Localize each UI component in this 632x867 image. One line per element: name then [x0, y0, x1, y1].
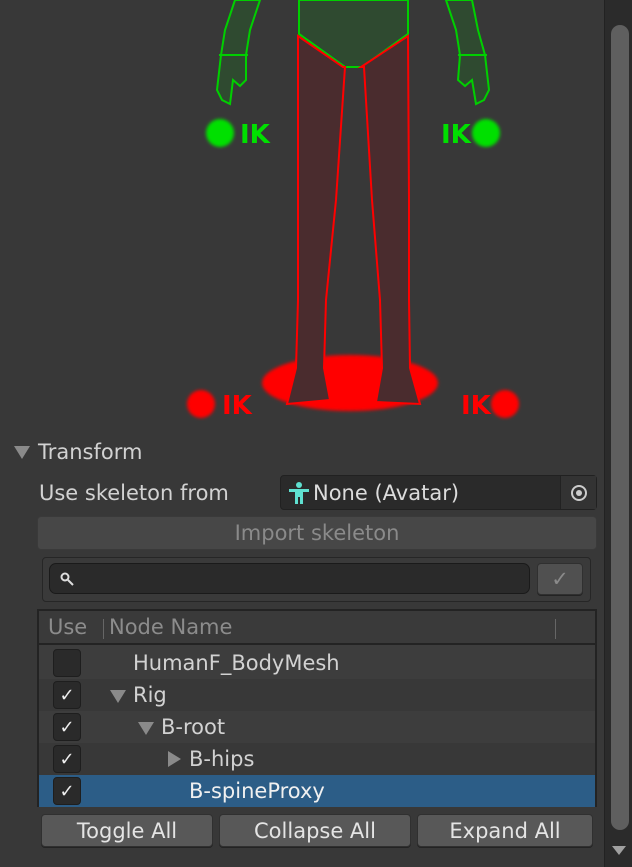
toggle-all-button[interactable]: Toggle All [41, 814, 213, 847]
search-apply-button[interactable]: ✓ [537, 563, 583, 595]
left-foot-ik-toggle[interactable]: IK [187, 390, 253, 421]
avatar-object-field[interactable]: None (Avatar) [280, 475, 597, 510]
collapsed-arrow-icon[interactable] [168, 751, 181, 767]
checkmark-icon: ✓ [551, 567, 569, 591]
object-picker-button[interactable] [560, 476, 596, 509]
section-title: Transform [38, 440, 143, 464]
right-leg-part[interactable] [357, 34, 422, 406]
header-use[interactable]: Use [48, 615, 87, 639]
node-name: HumanF_BodyMesh [133, 651, 340, 675]
ik-label: IK [240, 120, 271, 150]
ik-label: IK [441, 120, 472, 150]
left-leg-part[interactable] [285, 34, 347, 406]
ik-label: IK [461, 391, 492, 421]
table-header: Use Node Name [39, 611, 595, 645]
avatar-field-value: None (Avatar) [313, 480, 460, 505]
right-hand-ik-toggle[interactable]: IK [441, 119, 500, 150]
table-row[interactable]: ✓ B-hips [39, 743, 595, 775]
foldout-arrow-icon [14, 445, 30, 459]
node-name: B-spineProxy [189, 779, 325, 803]
collapse-all-button[interactable]: Collapse All [219, 814, 411, 847]
right-foot-ik-toggle[interactable]: IK [461, 390, 519, 421]
vertical-scrollbar[interactable] [604, 0, 632, 867]
search-field[interactable] [49, 563, 530, 594]
expanded-arrow-icon[interactable] [110, 690, 126, 703]
left-hand-ik-toggle[interactable]: IK [206, 119, 271, 150]
checkmark-icon: ✓ [59, 748, 75, 770]
scrollbar-thumb[interactable] [611, 25, 629, 830]
search-input[interactable] [80, 571, 529, 586]
use-checkbox[interactable]: ✓ [53, 745, 81, 773]
table-row-selected[interactable]: ✓ B-spineProxy [39, 775, 595, 807]
target-picker-icon [570, 484, 587, 501]
header-node-name[interactable]: Node Name [109, 615, 232, 639]
search-toolbar: ✓ [42, 557, 591, 602]
use-checkbox[interactable] [53, 649, 81, 677]
use-checkbox[interactable]: ✓ [53, 713, 81, 741]
left-arm-part[interactable] [215, 0, 262, 106]
use-skeleton-label: Use skeleton from [39, 481, 229, 505]
node-name: B-root [161, 715, 226, 739]
transform-foldout[interactable]: Transform [14, 440, 142, 464]
table-row[interactable]: ✓ B-root [39, 711, 595, 743]
collapse-all-label: Collapse All [254, 818, 376, 843]
expanded-arrow-icon[interactable] [138, 722, 154, 735]
table-row[interactable]: ✓ Rig [39, 679, 595, 711]
checkmark-icon: ✓ [59, 780, 75, 802]
toggle-all-label: Toggle All [76, 818, 178, 843]
expand-all-button[interactable]: Expand All [417, 814, 593, 847]
checkmark-icon: ✓ [59, 684, 75, 706]
column-divider[interactable] [103, 619, 104, 639]
use-checkbox[interactable]: ✓ [53, 681, 81, 709]
scroll-down-arrow-icon[interactable] [612, 846, 626, 855]
node-name: Rig [133, 683, 167, 707]
node-tree-table: Use Node Name HumanF_BodyMesh ✓ Rig ✓ B-… [37, 609, 597, 807]
import-skeleton-label: Import skeleton [234, 521, 400, 545]
node-name: B-hips [189, 747, 255, 771]
column-divider[interactable] [555, 619, 556, 639]
right-arm-part[interactable] [444, 0, 491, 106]
ik-label: IK [222, 391, 253, 421]
avatar-body-mask-figure: IK IK IK IK [187, 0, 519, 421]
search-icon [60, 572, 74, 586]
table-row[interactable]: HumanF_BodyMesh [39, 647, 595, 679]
import-skeleton-button[interactable]: Import skeleton [37, 516, 597, 550]
avatar-icon [289, 481, 309, 504]
expand-all-label: Expand All [449, 818, 561, 843]
use-checkbox[interactable]: ✓ [53, 777, 81, 805]
checkmark-icon: ✓ [59, 716, 75, 738]
